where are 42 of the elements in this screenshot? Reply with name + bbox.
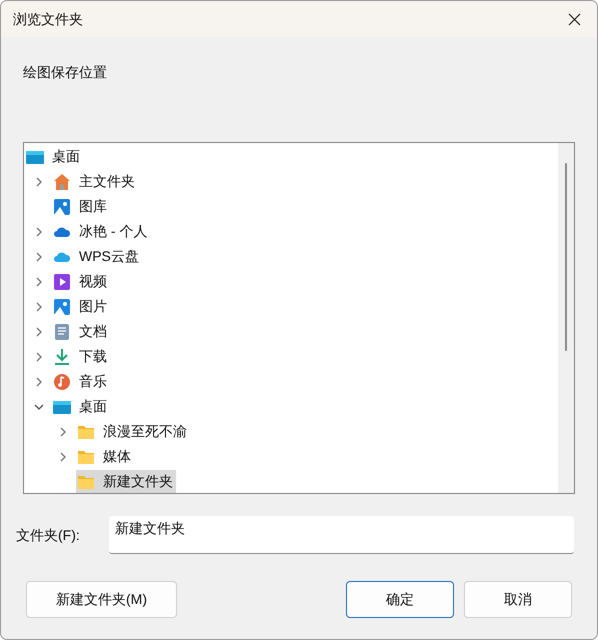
tree-item[interactable]: 图片	[52, 295, 110, 318]
chevron-right-icon[interactable]	[34, 376, 44, 386]
image-icon	[53, 298, 71, 316]
window-title: 浏览文件夹	[13, 10, 83, 28]
chevron-right-icon[interactable]	[34, 352, 44, 362]
chevron-right-icon[interactable]	[34, 226, 44, 236]
chevron-right-icon[interactable]	[34, 326, 44, 336]
document-icon	[53, 322, 71, 340]
tree-item[interactable]: 音乐	[52, 370, 110, 393]
tree-item[interactable]: 浪漫至死不渝	[76, 420, 190, 443]
house-icon	[53, 172, 71, 190]
download-icon	[53, 348, 71, 366]
field-label: 文件夹(F):	[16, 526, 81, 545]
close-icon	[568, 12, 580, 26]
prompt-text: 绘图保存位置	[23, 64, 107, 80]
tree-item[interactable]: 下载	[52, 345, 110, 368]
tree-item[interactable]: 桌面	[52, 395, 110, 418]
music-note-icon	[53, 372, 71, 390]
scrollbar[interactable]	[558, 143, 574, 493]
chevron-right-icon[interactable]	[58, 452, 68, 462]
tree-item[interactable]: 新建文件夹	[76, 470, 176, 493]
chevron-down-icon[interactable]	[34, 402, 44, 412]
dialog-button[interactable]: 新建文件夹(M)	[26, 581, 177, 618]
chevron-right-icon[interactable]	[58, 426, 68, 436]
scrollbar-thumb[interactable]	[565, 163, 567, 351]
chevron-right-icon[interactable]	[34, 302, 44, 312]
film-icon	[53, 272, 71, 290]
image-icon	[53, 198, 71, 216]
folder-input-field[interactable]: 新建文件夹	[109, 516, 574, 554]
dialog-button[interactable]: 取消	[464, 581, 572, 618]
tree-item[interactable]: WPS云盘	[52, 245, 142, 268]
chevron-right-icon[interactable]	[34, 276, 44, 286]
tree-item[interactable]: 桌面	[25, 145, 83, 168]
tree-item[interactable]: 文档	[52, 320, 110, 343]
tree-item[interactable]: 冰艳 - 个人	[52, 220, 150, 243]
chevron-right-icon[interactable]	[34, 252, 44, 262]
tree-item[interactable]: 视频	[52, 270, 110, 293]
ok-button[interactable]: 确定	[346, 581, 454, 618]
tree-item[interactable]: 图库	[52, 195, 110, 218]
tree-item[interactable]: 主文件夹	[52, 170, 138, 193]
tree-item[interactable]: 媒体	[76, 445, 134, 468]
chevron-right-icon[interactable]	[34, 176, 44, 186]
